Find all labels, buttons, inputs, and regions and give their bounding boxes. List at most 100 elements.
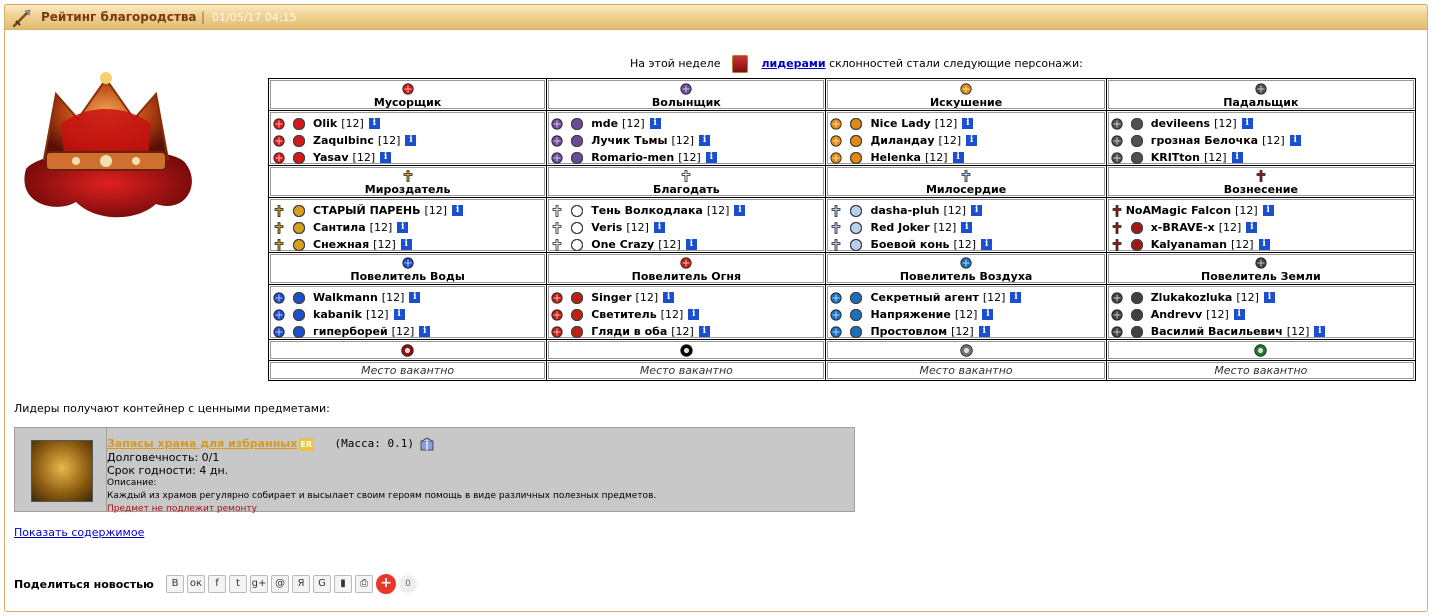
twitter-share-button[interactable]: t: [229, 575, 247, 593]
clan-emblem-icon[interactable]: [288, 149, 310, 166]
player-nick[interactable]: Helenka: [870, 151, 920, 164]
info-icon[interactable]: i: [1263, 292, 1275, 303]
alignment-name[interactable]: Повелитель Земли: [1201, 270, 1321, 283]
clan-emblem-icon[interactable]: [1125, 219, 1148, 236]
print-share-button[interactable]: ⎙: [355, 575, 373, 593]
info-icon[interactable]: i: [971, 205, 983, 216]
clan-emblem-icon[interactable]: [288, 219, 310, 236]
player-nick[interactable]: Лучик Тьмы: [591, 134, 667, 147]
info-icon[interactable]: i: [1241, 118, 1253, 129]
clan-emblem-icon[interactable]: [288, 202, 310, 219]
info-icon[interactable]: i: [419, 326, 431, 337]
clan-emblem-icon[interactable]: [288, 132, 310, 149]
player-nick[interactable]: Romario-men: [591, 151, 674, 164]
player-nick[interactable]: Magic Falcon: [1151, 204, 1231, 217]
clan-emblem-icon[interactable]: [566, 323, 589, 340]
clan-emblem-icon[interactable]: [566, 219, 589, 236]
alignment-name[interactable]: Повелитель Воздуха: [900, 270, 1033, 283]
clan-emblem-icon[interactable]: [566, 132, 589, 149]
player-nick[interactable]: Veris: [591, 221, 622, 234]
info-icon[interactable]: i: [1231, 152, 1243, 163]
alignment-name[interactable]: Волынщик: [652, 96, 721, 109]
clan-emblem-icon[interactable]: [845, 306, 868, 323]
player-nick[interactable]: devileens: [1151, 117, 1210, 130]
gmail-share-button[interactable]: G: [313, 575, 331, 593]
clan-emblem-icon[interactable]: [288, 323, 310, 340]
clan-emblem-icon[interactable]: [845, 236, 868, 253]
player-nick[interactable]: Zaqulbinc: [313, 134, 374, 147]
clan-emblem-icon[interactable]: [566, 149, 589, 166]
info-icon[interactable]: i: [393, 309, 405, 320]
facebook-share-button[interactable]: f: [208, 575, 226, 593]
info-icon[interactable]: i: [1262, 205, 1274, 216]
player-nick[interactable]: One Crazy: [591, 238, 654, 251]
info-icon[interactable]: i: [705, 152, 717, 163]
clan-emblem-icon[interactable]: [1125, 149, 1148, 166]
player-nick[interactable]: грозная Белочка: [1151, 134, 1258, 147]
alignment-name[interactable]: Вознесение: [1224, 183, 1298, 196]
player-nick[interactable]: mde: [591, 117, 618, 130]
info-icon[interactable]: i: [649, 118, 661, 129]
info-icon[interactable]: i: [962, 118, 974, 129]
clan-emblem-icon[interactable]: [845, 202, 868, 219]
player-nick[interactable]: Zlukakozluka: [1151, 291, 1233, 304]
info-icon[interactable]: i: [685, 239, 697, 250]
item-image[interactable]: [31, 440, 93, 502]
player-nick[interactable]: Секретный агент: [870, 291, 978, 304]
player-nick[interactable]: Василий Васильевич: [1151, 325, 1283, 338]
info-icon[interactable]: i: [1289, 135, 1301, 146]
info-icon[interactable]: i: [452, 205, 464, 216]
info-icon[interactable]: i: [663, 292, 675, 303]
info-icon[interactable]: i: [1258, 239, 1270, 250]
player-nick[interactable]: Боевой конь: [870, 238, 949, 251]
player-nick[interactable]: Простовлом: [870, 325, 947, 338]
info-icon[interactable]: i: [961, 222, 973, 233]
clan-emblem-icon[interactable]: [566, 289, 589, 306]
odnoklassniki-share-button[interactable]: ок: [187, 575, 205, 593]
item-name-link[interactable]: Запасы храма для избранных: [107, 437, 297, 450]
info-icon[interactable]: i: [1314, 326, 1326, 337]
clan-emblem-icon[interactable]: [288, 115, 310, 132]
player-nick[interactable]: Светитель: [591, 308, 656, 321]
info-icon[interactable]: i: [699, 135, 711, 146]
player-nick[interactable]: kabanik: [313, 308, 362, 321]
info-icon[interactable]: i: [1010, 292, 1022, 303]
alignment-name[interactable]: Мусорщик: [374, 96, 441, 109]
info-icon[interactable]: i: [380, 152, 392, 163]
info-icon[interactable]: i: [1233, 309, 1245, 320]
clan-emblem-icon[interactable]: [566, 202, 589, 219]
info-icon[interactable]: i: [734, 205, 746, 216]
clan-emblem-icon[interactable]: [566, 236, 589, 253]
clan-emblem-icon[interactable]: [288, 289, 310, 306]
clan-emblem-icon[interactable]: [845, 149, 868, 166]
clan-emblem-icon[interactable]: [1125, 236, 1148, 253]
player-nick[interactable]: Диландау: [870, 134, 934, 147]
clan-emblem-icon[interactable]: [845, 289, 868, 306]
alignment-name[interactable]: Благодать: [653, 183, 720, 196]
clan-emblem-icon[interactable]: [566, 306, 589, 323]
info-icon[interactable]: i: [405, 135, 417, 146]
info-icon[interactable]: i: [409, 292, 421, 303]
bookmark-share-button[interactable]: ▮: [334, 575, 352, 593]
player-nick[interactable]: Kalyanaman: [1151, 238, 1227, 251]
alignment-name[interactable]: Искушение: [930, 96, 1002, 109]
alignment-name[interactable]: Повелитель Воды: [350, 270, 464, 283]
clan-emblem-icon[interactable]: [1125, 115, 1148, 132]
player-nick[interactable]: гиперборей: [313, 325, 388, 338]
vk-share-button[interactable]: В: [166, 575, 184, 593]
player-nick[interactable]: Напряжение: [870, 308, 950, 321]
player-nick[interactable]: Yasav: [313, 151, 349, 164]
info-icon[interactable]: i: [978, 326, 990, 337]
info-icon[interactable]: i: [698, 326, 710, 337]
player-nick[interactable]: Olik: [313, 117, 337, 130]
info-icon[interactable]: i: [368, 118, 380, 129]
info-icon[interactable]: i: [688, 309, 700, 320]
player-nick[interactable]: KRITton: [1151, 151, 1200, 164]
player-nick[interactable]: Тень Волкодлака: [591, 204, 703, 217]
clan-emblem-icon[interactable]: [845, 323, 868, 340]
alignment-name[interactable]: Повелитель Огня: [632, 270, 741, 283]
alignment-name[interactable]: Падальщик: [1223, 96, 1298, 109]
clan-emblem-icon[interactable]: [1125, 323, 1148, 340]
info-icon[interactable]: i: [397, 222, 409, 233]
clan-emblem-icon[interactable]: [1125, 306, 1148, 323]
